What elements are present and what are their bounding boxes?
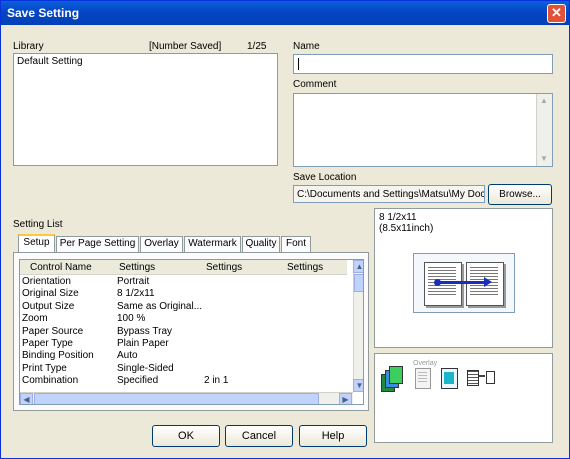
table-row[interactable]: Zoom 100 % xyxy=(20,313,347,325)
table-row[interactable]: Binding Position Auto xyxy=(20,350,347,362)
table-row[interactable]: Orientation Portrait xyxy=(20,276,347,288)
control-name-cell: Binding Position xyxy=(22,350,94,362)
title-bar[interactable]: Save Setting ✕ xyxy=(1,1,569,25)
control-name-cell: Combination xyxy=(22,375,79,387)
tab-quality[interactable]: Quality xyxy=(242,236,280,252)
tab-overlay[interactable]: Overlay xyxy=(140,236,183,252)
multiple-copies-icon xyxy=(381,366,403,394)
table-row[interactable]: Paper Source Bypass Tray xyxy=(20,326,347,338)
output-page-icon xyxy=(486,371,495,384)
settings-cell: Plain Paper xyxy=(117,338,169,349)
horizontal-scroll-thumb[interactable] xyxy=(34,393,319,404)
name-input[interactable] xyxy=(293,54,553,74)
vertical-scrollbar[interactable]: ▲ ▼ xyxy=(353,260,363,392)
close-icon[interactable]: ✕ xyxy=(547,4,566,23)
text-cursor xyxy=(298,58,299,70)
setting-list-label: Setting List xyxy=(13,219,63,230)
control-name-cell: Zoom xyxy=(22,313,48,325)
column-settings-2[interactable]: Settings xyxy=(206,262,242,273)
horizontal-scrollbar[interactable]: ◀ ▶ xyxy=(20,392,353,404)
settings-cell: Bypass Tray xyxy=(117,325,173,337)
column-settings-3[interactable]: Settings xyxy=(287,262,323,273)
arrow-head-icon xyxy=(484,277,492,287)
vertical-scroll-thumb[interactable] xyxy=(354,274,363,292)
scroll-left-arrow-icon[interactable]: ◀ xyxy=(20,393,33,404)
overlay-label: Overlay xyxy=(413,360,438,367)
tab-setup[interactable]: Setup xyxy=(18,234,55,253)
window-title: Save Setting xyxy=(7,6,80,20)
settings-cell: Single-Sided xyxy=(117,362,174,374)
table-row[interactable]: Original Size 8 1/2x11 xyxy=(20,288,347,300)
settings-cell: 100 % xyxy=(117,313,146,325)
print-document-icon xyxy=(467,370,479,386)
overlay-icon xyxy=(415,368,431,389)
number-saved-value: 1/25 xyxy=(247,41,267,52)
library-item[interactable]: Default Setting xyxy=(17,56,83,67)
ok-button[interactable]: OK xyxy=(152,425,220,447)
control-name-cell: Original Size xyxy=(22,288,79,300)
paper-preview-panel: 8 1/2x11 (8.5x11inch) xyxy=(374,208,553,348)
scroll-down-arrow-icon[interactable]: ▼ xyxy=(353,379,363,392)
table-row[interactable]: Paper Type Plain Paper xyxy=(20,338,347,350)
control-name-cell: Orientation xyxy=(22,276,71,287)
scroll-right-arrow-icon[interactable]: ▶ xyxy=(339,393,352,404)
save-location-label: Save Location xyxy=(293,172,357,183)
save-location-field: C:\Documents and Settings\Matsu\My Doc xyxy=(293,185,485,203)
table-header: Control Name Settings Settings Settings xyxy=(20,260,347,275)
setting-list-table[interactable]: Control Name Settings Settings Settings … xyxy=(19,259,364,405)
table-row[interactable]: Combination Specified 2 in 1 xyxy=(20,375,347,387)
paper-preview-icon xyxy=(413,253,515,313)
tab-font[interactable]: Font xyxy=(281,236,311,252)
cancel-button[interactable]: Cancel xyxy=(225,425,293,447)
control-name-cell: Paper Type xyxy=(22,338,73,349)
tab-per-page-setting[interactable]: Per Page Setting xyxy=(56,236,139,252)
status-preview-panel: Overlay xyxy=(374,353,553,443)
scroll-down-arrow-icon[interactable]: ▼ xyxy=(540,154,548,163)
name-label: Name xyxy=(293,41,320,52)
arrow-icon xyxy=(438,281,488,284)
page-left-icon xyxy=(424,262,462,306)
column-control-name[interactable]: Control Name xyxy=(30,262,92,273)
save-setting-dialog: Save Setting ✕ Library [Number Saved] 1/… xyxy=(0,0,570,459)
settings-cell: Same as Original... xyxy=(117,300,203,312)
table-row[interactable]: Output Size Same as Original... xyxy=(20,301,347,313)
settings-cell: Specified xyxy=(117,375,159,387)
column-settings-1[interactable]: Settings xyxy=(119,262,155,273)
comment-scrollbar[interactable]: ▲ ▼ xyxy=(536,94,552,166)
print-arrow-icon xyxy=(479,375,485,377)
settings-cell: 8 1/2x11 xyxy=(117,288,155,300)
scroll-up-arrow-icon[interactable]: ▲ xyxy=(540,96,548,105)
table-row[interactable]: Print Type Single-Sided xyxy=(20,363,347,375)
control-name-cell: Print Type xyxy=(22,362,67,374)
comment-textarea[interactable]: ▲ ▼ xyxy=(293,93,553,167)
help-button[interactable]: Help xyxy=(299,425,367,447)
settings-cell: Auto xyxy=(117,350,138,362)
number-saved-label: [Number Saved] xyxy=(149,41,222,52)
browse-button[interactable]: Browse... xyxy=(488,184,552,205)
tab-watermark[interactable]: Watermark xyxy=(184,236,241,252)
library-label: Library xyxy=(13,41,44,52)
save-location-value: C:\Documents and Settings\Matsu\My Doc xyxy=(297,189,485,200)
library-list[interactable]: Default Setting xyxy=(13,53,278,166)
arrow-start-icon xyxy=(434,279,441,286)
control-name-cell: Output Size xyxy=(22,300,75,312)
watermark-icon xyxy=(441,368,458,389)
paper-size-label: 8 1/2x11 xyxy=(379,212,417,223)
comment-label: Comment xyxy=(293,79,337,90)
control-name-cell: Paper Source xyxy=(22,325,84,337)
scroll-up-arrow-icon[interactable]: ▲ xyxy=(353,260,363,273)
settings-cell: Portrait xyxy=(117,276,150,287)
paper-size-inch-label: (8.5x11inch) xyxy=(379,223,434,234)
settings-cell: 2 in 1 xyxy=(204,375,229,387)
